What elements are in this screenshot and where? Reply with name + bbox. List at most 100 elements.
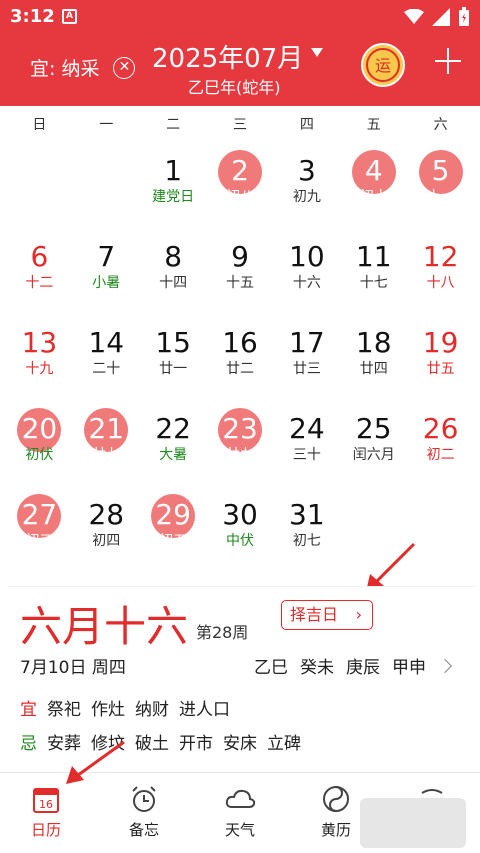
day-number: 9 [231, 240, 249, 273]
day-cell[interactable]: 11 十七 [340, 224, 407, 310]
day-number: 20 [21, 412, 58, 445]
day-number: 8 [164, 240, 183, 273]
day-cell[interactable]: 19 廿五 [407, 310, 474, 396]
lunar-day-label: 闰六月 [352, 447, 395, 463]
signal-icon [432, 8, 450, 26]
ji-item: 破土 [135, 734, 169, 754]
zeji-label: 择吉日 [290, 605, 339, 624]
yi-item: 纳财 [135, 700, 169, 720]
year-subtitle: 乙巳年(蛇年) [188, 78, 281, 97]
day-cell[interactable]: 24 三十 [273, 396, 340, 482]
day-number: 15 [155, 326, 191, 359]
day-number: 4 [364, 154, 383, 187]
lunar-day-label: 十一 [426, 189, 455, 205]
day-cell[interactable]: 10 十六 [273, 224, 340, 310]
lunar-day-label: 三十 [292, 447, 321, 463]
day-cell[interactable]: 22 大暑 [140, 396, 207, 482]
nav-memo[interactable]: 备忘 [104, 783, 184, 840]
app-header: 宜: 纳采 ✕ 2025年07月 乙巳年(蛇年) 运 [0, 34, 480, 106]
lunar-day-label: 十二 [25, 275, 54, 291]
day-number: 12 [422, 240, 459, 273]
day-cell[interactable]: 26 初二 [407, 396, 474, 482]
ganzhi-row[interactable]: 乙巳 癸未 庚辰 甲申 [254, 653, 453, 678]
day-cell[interactable]: 25 闰六月 [340, 396, 407, 482]
day-cell[interactable]: 21 廿七 [73, 396, 140, 482]
festival-label: 大暑 [159, 447, 188, 463]
nav-label: 黄历 [320, 821, 351, 839]
weekday-header: 日一二三四五六 [6, 114, 474, 134]
weekday-label: 六 [433, 117, 448, 133]
day-cell[interactable]: 15 廿一 [140, 310, 207, 396]
day-cell[interactable]: 3 初九 [273, 138, 340, 224]
add-button[interactable] [433, 46, 463, 76]
today-yi-chip[interactable]: 宜: 纳采 ✕ [30, 54, 136, 81]
ganzhi-year: 乙巳 [254, 658, 288, 678]
battery-icon [459, 7, 469, 26]
day-number: 3 [297, 154, 316, 187]
day-number: 23 [222, 412, 258, 445]
festival-label: 中伏 [226, 533, 254, 549]
day-cell[interactable]: 23 廿九 [207, 396, 274, 482]
day-number: 13 [21, 326, 58, 359]
ji-item: 立碑 [267, 734, 301, 754]
week-number: 第28周 [196, 623, 249, 642]
month-selector[interactable]: 2025年07月 [152, 38, 324, 75]
alarm-clock-icon [132, 786, 156, 812]
weekday-label: 三 [233, 117, 247, 133]
festival-label: 初伏 [25, 447, 54, 463]
day-number: 2 [231, 154, 249, 187]
lunar-day-label: 初十 [359, 189, 388, 205]
nav-calendar[interactable]: 16 日历 [6, 783, 86, 840]
fortune-button[interactable]: 运 [361, 43, 405, 87]
ganzhi-hour: 甲申 [392, 658, 426, 678]
day-cell[interactable]: 13 十九 [6, 310, 73, 396]
calendar-grid: 1 建党日 2 初八 3 初九 4 初十 5 十一 6 十二 7 小暑 8 十四 9 十五 10 十六 11 十七 12 十八… [6, 138, 474, 568]
wifi-icon [404, 9, 424, 24]
day-cell[interactable]: 27 初三 [6, 482, 73, 568]
lunar-day-label: 初三 [25, 533, 54, 549]
day-cell[interactable]: 12 十八 [407, 224, 474, 310]
lunar-day-label: 初八 [226, 189, 254, 205]
day-cell[interactable]: 7 小暑 [73, 224, 140, 310]
day-cell[interactable]: 5 十一 [407, 138, 474, 224]
day-cell[interactable]: 6 十二 [6, 224, 73, 310]
fortune-icon: 运 [366, 48, 400, 82]
day-cell[interactable]: 20 初伏 [6, 396, 73, 482]
day-cell[interactable]: 18 廿四 [340, 310, 407, 396]
day-cell[interactable]: 30 中伏 [207, 482, 274, 568]
dropdown-arrow-icon [311, 48, 324, 57]
day-cell[interactable]: 4 初十 [340, 138, 407, 224]
calendar-badge: 16 [39, 798, 53, 811]
calendar-icon: 16 [33, 788, 59, 813]
lunar-day-label: 十八 [426, 275, 455, 291]
day-number: 29 [155, 498, 191, 531]
day-cell[interactable]: 17 廿三 [273, 310, 340, 396]
empty-cell [73, 138, 140, 224]
day-number: 11 [355, 240, 392, 273]
day-number: 18 [355, 326, 392, 359]
watermark [360, 798, 466, 848]
lunar-day-label: 廿二 [226, 361, 254, 377]
day-number: 19 [422, 326, 459, 359]
close-icon[interactable]: ✕ [113, 56, 136, 79]
day-cell[interactable]: 16 廿二 [207, 310, 274, 396]
day-number: 22 [155, 412, 191, 445]
day-cell[interactable]: 2 初八 [207, 138, 274, 224]
day-cell[interactable]: 1 建党日 [140, 138, 207, 224]
zeji-button[interactable]: 择吉日 › [281, 600, 373, 630]
day-number: 6 [30, 240, 49, 273]
day-cell[interactable]: 9 十五 [207, 224, 274, 310]
day-cell[interactable]: 29 初五 [140, 482, 207, 568]
lunar-day-label: 廿四 [359, 361, 388, 377]
day-cell[interactable]: 8 十四 [140, 224, 207, 310]
nav-label: 备忘 [128, 821, 159, 839]
day-number: 30 [222, 498, 258, 531]
day-number: 17 [289, 326, 325, 359]
nav-weather[interactable]: 天气 [200, 783, 280, 840]
day-cell[interactable]: 14 二十 [73, 310, 140, 396]
yin-yang-icon [323, 786, 349, 812]
day-cell[interactable]: 28 初四 [73, 482, 140, 568]
weekday-label: 四 [299, 117, 314, 133]
day-cell[interactable]: 31 初七 [273, 482, 340, 568]
yi-label: 宜 [20, 700, 37, 720]
